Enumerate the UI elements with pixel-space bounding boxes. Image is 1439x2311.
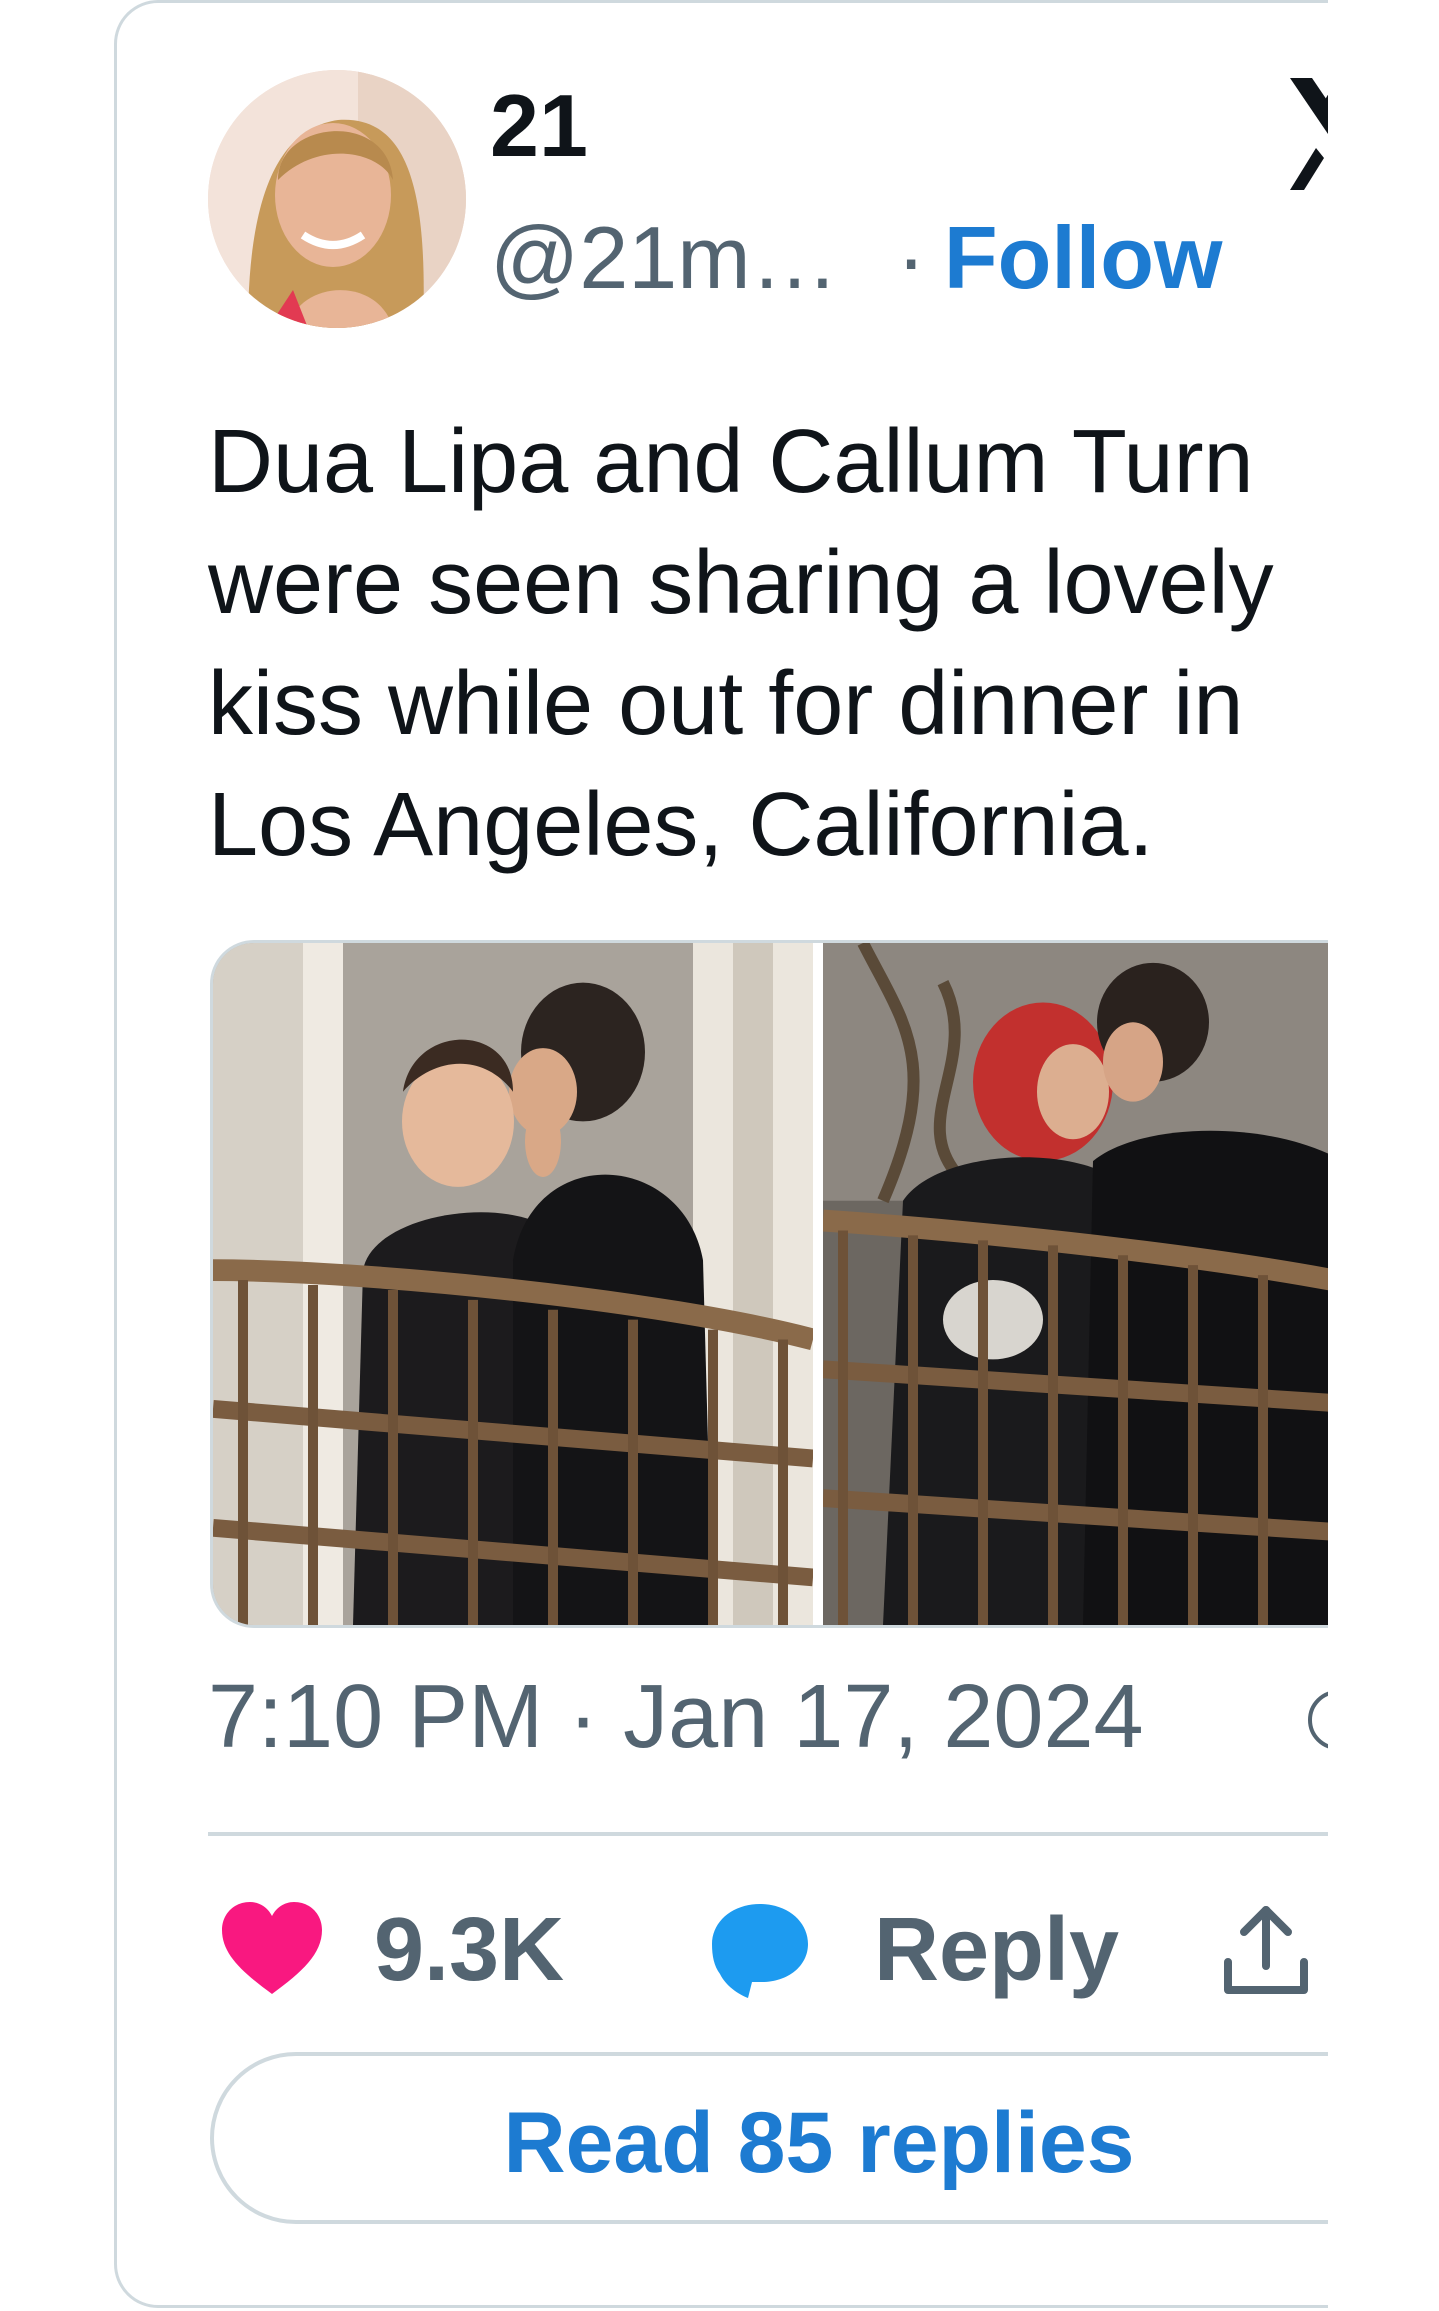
author-display-name[interactable]: 21	[490, 82, 588, 170]
timestamp-text[interactable]: 7:10 PM · Jan 17, 2024	[208, 1667, 1144, 1767]
screenshot-viewport: 21 @21m… · Follow Dua Lipa and Callum Tu…	[0, 0, 1328, 2311]
follow-button[interactable]: Follow	[944, 214, 1223, 302]
heart-icon	[222, 1902, 322, 1994]
read-replies-label: Read 85 replies	[503, 2095, 1135, 2191]
photo-couple-kissing[interactable]	[823, 943, 1328, 1625]
like-count: 9.3K	[374, 1900, 565, 2000]
tweet-text-line: were seen sharing a lovely	[208, 533, 1274, 633]
author-avatar[interactable]	[208, 70, 466, 328]
tweet-media[interactable]	[210, 940, 1328, 1628]
x-logo-icon[interactable]	[1290, 78, 1328, 190]
share-upload-icon	[1224, 1906, 1308, 1994]
read-replies-button[interactable]: Read 85 replies	[210, 2052, 1328, 2224]
reply-label: Reply	[874, 1900, 1120, 2000]
like-button[interactable]: 9.3K	[222, 1900, 564, 2000]
speech-bubble-icon	[712, 1904, 808, 1998]
tweet-text-line: kiss while out for dinner in	[208, 654, 1244, 754]
tweet-timestamp[interactable]: 7:10 PM · Jan 17, 2024	[208, 1672, 1328, 1762]
tweet-text: Dua Lipa and Callum Turn were seen shari…	[208, 402, 1328, 886]
author-handle[interactable]: @21m…	[490, 214, 839, 302]
share-button[interactable]	[1218, 1900, 1314, 2000]
divider	[208, 1832, 1328, 1836]
author-meta: @21m… · Follow	[490, 214, 1222, 302]
tweet-text-line: Dua Lipa and Callum Turn	[208, 412, 1254, 512]
reply-button[interactable]: Reply	[708, 1900, 1119, 2000]
separator-dot: ·	[896, 208, 926, 307]
tweet-text-line: Los Angeles, California.	[208, 775, 1154, 875]
tweet-actions: 9.3K Reply	[208, 1900, 1328, 2000]
photo-couple-laughing[interactable]	[213, 943, 813, 1625]
